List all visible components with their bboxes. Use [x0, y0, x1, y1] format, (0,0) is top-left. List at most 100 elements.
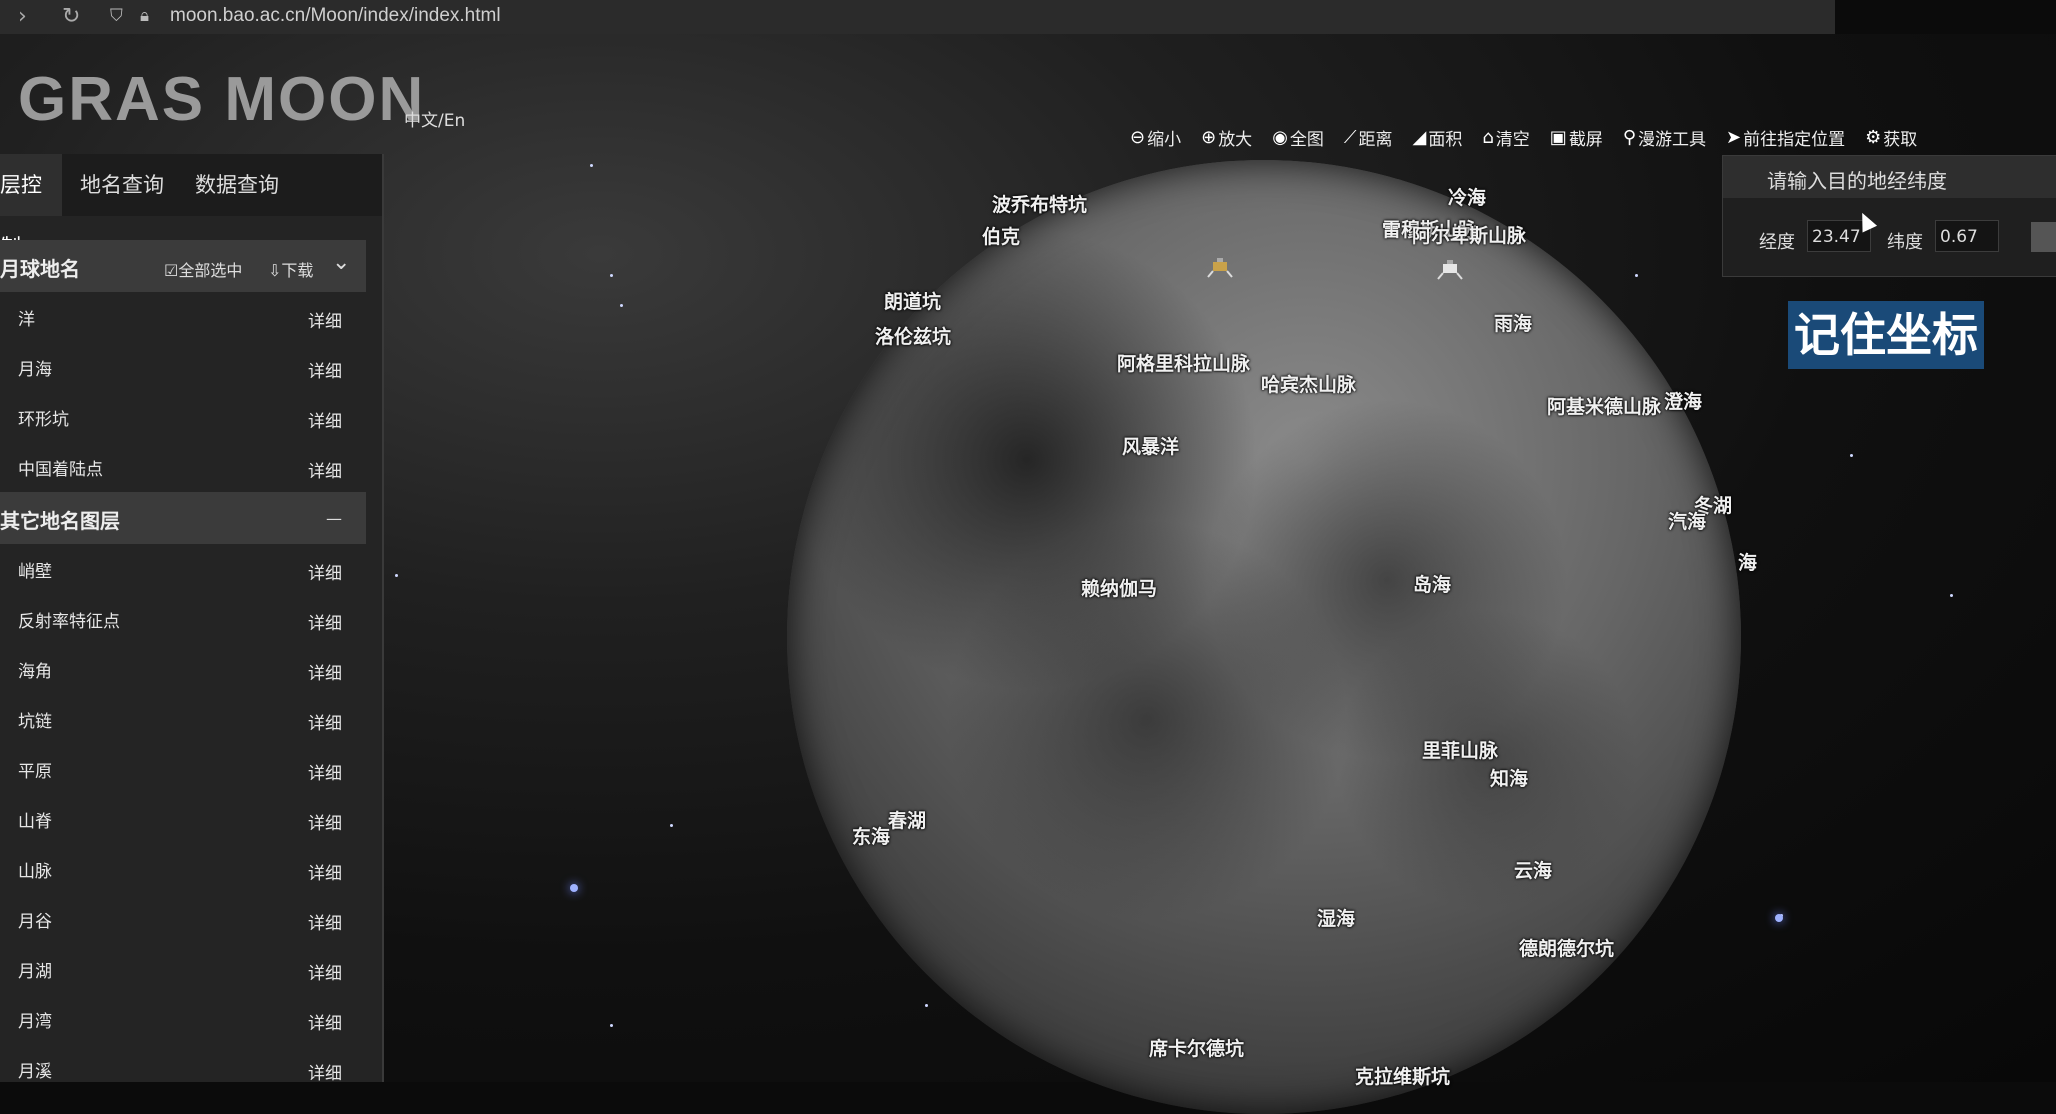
moon-feature-label[interactable]: 云海 [1514, 856, 1552, 883]
layer-label: 月溪 [18, 1062, 52, 1082]
tool-label: 清空 [1495, 129, 1530, 150]
eraser-icon: ⌂ [1482, 126, 1494, 148]
tool-pin-button[interactable]: ⚲ 漫游工具 [1623, 124, 1706, 150]
lander-marker-icon[interactable] [1435, 258, 1465, 280]
moon-feature-label[interactable]: 风暴洋 [1122, 432, 1179, 459]
moon-feature-label[interactable]: 哈宾杰山脉 [1261, 370, 1356, 397]
detail-link[interactable]: 详细 [308, 1059, 342, 1084]
tab-data-search[interactable]: 数据查询 [195, 154, 279, 216]
moon-feature-label[interactable]: 岛海 [1413, 570, 1451, 597]
moon-feature-label[interactable]: 波乔布特坑 [992, 190, 1087, 217]
coordinate-panel: 请输入目的地经纬度 经度 23.47 纬度 0.67 [1722, 155, 2056, 277]
moon-feature-label[interactable]: 东海 [852, 822, 890, 849]
tool-zoom-in-button[interactable]: ⊕ 放大 [1201, 124, 1252, 150]
moon-feature-label[interactable]: 阿格里科拉山脉 [1117, 349, 1250, 376]
moon-feature-label[interactable]: 席卡尔德坑 [1149, 1034, 1244, 1061]
layer-list-item[interactable]: 山脊 详细 [0, 794, 366, 844]
moon-feature-label[interactable]: 知海 [1490, 764, 1528, 791]
layer-list-item[interactable]: 月湖 详细 [0, 944, 366, 994]
detail-link[interactable]: 详细 [308, 859, 342, 884]
section-other-layers[interactable]: 其它地名图层 — [0, 492, 366, 544]
lock-icon[interactable]: 🔒︎ [140, 6, 149, 26]
moon-feature-label[interactable]: 澄海 [1664, 387, 1702, 414]
remember-coordinate-button[interactable]: 记住坐标 [1788, 301, 1984, 369]
moon-feature-label[interactable]: 冷海 [1448, 183, 1486, 210]
chevron-down-icon[interactable]: ⌄ [332, 250, 350, 275]
tool-label: 漫游工具 [1638, 129, 1706, 150]
moon-feature-label[interactable]: 湿海 [1317, 904, 1355, 931]
layer-list-item[interactable]: 平原 详细 [0, 744, 366, 794]
tool-area-button[interactable]: ◢ 面积 [1413, 124, 1463, 150]
zoom-out-icon: ⊖ [1130, 126, 1146, 148]
layer-list-item[interactable]: 海角 详细 [0, 644, 366, 694]
tool-ruler-button[interactable]: ⟋ 距离 [1344, 124, 1393, 150]
moon-feature-label[interactable]: 赖纳伽马 [1081, 574, 1157, 601]
moon-feature-label[interactable]: 汽海 [1668, 507, 1706, 534]
detail-link[interactable]: 详细 [308, 609, 342, 634]
select-all-button[interactable]: ☑全部选中 [164, 257, 242, 281]
detail-link[interactable]: 详细 [308, 659, 342, 684]
detail-link[interactable]: 详细 [308, 307, 342, 332]
detail-link[interactable]: 详细 [308, 457, 342, 482]
section-moon-names[interactable]: 月球地名 ☑全部选中 ⇩下载 ⌄ [0, 240, 366, 292]
moon-feature-label[interactable]: 里菲山脉 [1422, 736, 1498, 763]
moon-feature-label[interactable]: 朗道坑 [884, 287, 941, 314]
download-button[interactable]: ⇩下载 [268, 257, 313, 281]
detail-link[interactable]: 详细 [308, 809, 342, 834]
moon-feature-label[interactable]: 德朗德尔坑 [1519, 934, 1614, 961]
layer-list-item[interactable]: 山脉 详细 [0, 844, 366, 894]
tool-label: 距离 [1358, 129, 1393, 150]
tool-camera-button[interactable]: ▣ 截屏 [1550, 124, 1603, 150]
moon-feature-label[interactable]: 克拉维斯坑 [1355, 1062, 1450, 1089]
lander-marker-icon[interactable] [1205, 256, 1235, 278]
tool-globe-button[interactable]: ◉ 全图 [1272, 124, 1324, 150]
layer-label: 海角 [18, 662, 52, 682]
longitude-label: 经度 [1759, 232, 1795, 253]
layer-list-item[interactable]: 月溪 详细 [0, 1044, 366, 1094]
layer-list-item[interactable]: 洋 详细 [0, 292, 366, 342]
layer-list-item[interactable]: 月谷 详细 [0, 894, 366, 944]
layer-list-item[interactable]: 坑链 详细 [0, 694, 366, 744]
url-text[interactable]: moon.bao.ac.cn/Moon/index/index.html [170, 5, 501, 27]
shield-icon[interactable]: ⛉ [110, 6, 123, 26]
tool-label: 全图 [1289, 129, 1324, 150]
layer-list-item[interactable]: 月湾 详细 [0, 994, 366, 1044]
detail-link[interactable]: 详细 [308, 759, 342, 784]
layer-list-item[interactable]: 中国着陆点 详细 [0, 442, 366, 492]
moon-feature-label[interactable]: 阿基米德山脉 [1547, 392, 1661, 419]
tool-send-button[interactable]: ➤ 前往指定位置 [1726, 124, 1845, 150]
tab-layer-control[interactable]: 层控制 [0, 154, 62, 259]
detail-link[interactable]: 详细 [308, 709, 342, 734]
forward-icon[interactable]: › [18, 4, 27, 29]
tool-gear-button[interactable]: ⚙ 获取 [1865, 124, 1917, 150]
detail-link[interactable]: 详细 [308, 559, 342, 584]
moon-feature-label[interactable]: 春湖 [888, 806, 926, 833]
moon-feature-label[interactable]: 洛伦兹坑 [875, 322, 951, 349]
reload-icon[interactable]: ↻ [62, 4, 80, 29]
go-button[interactable] [2031, 222, 2056, 252]
detail-link[interactable]: 详细 [308, 959, 342, 984]
layer-label: 洋 [18, 310, 35, 330]
moon-feature-label[interactable]: 雨海 [1494, 309, 1532, 336]
language-switch[interactable]: 中文/En [404, 106, 465, 131]
moon-feature-label[interactable]: 海 [1738, 548, 1757, 575]
layer-list-item[interactable]: 环形坑 详细 [0, 392, 366, 442]
layer-label: 山脉 [18, 862, 52, 882]
collapse-button[interactable]: — [326, 509, 342, 528]
tool-zoom-out-button[interactable]: ⊖ 缩小 [1130, 124, 1181, 150]
detail-link[interactable]: 详细 [308, 1009, 342, 1034]
moon-feature-label[interactable]: 伯克 [982, 222, 1020, 249]
layer-list-item[interactable]: 峭壁 详细 [0, 544, 366, 594]
moon-feature-label[interactable]: 阿尔卑斯山脉 [1412, 221, 1526, 248]
detail-link[interactable]: 详细 [308, 357, 342, 382]
latitude-input[interactable]: 0.67 [1935, 220, 1999, 252]
layer-list-item[interactable]: 反射率特征点 详细 [0, 594, 366, 644]
tool-label: 缩小 [1147, 129, 1182, 150]
detail-link[interactable]: 详细 [308, 407, 342, 432]
detail-link[interactable]: 详细 [308, 909, 342, 934]
tool-eraser-button[interactable]: ⌂ 清空 [1482, 124, 1529, 150]
layer-list-item[interactable]: 月海 详细 [0, 342, 366, 392]
tab-name-search[interactable]: 地名查询 [80, 154, 164, 216]
layer-label: 月湖 [18, 962, 52, 982]
section-title: 其它地名图层 [0, 509, 120, 533]
